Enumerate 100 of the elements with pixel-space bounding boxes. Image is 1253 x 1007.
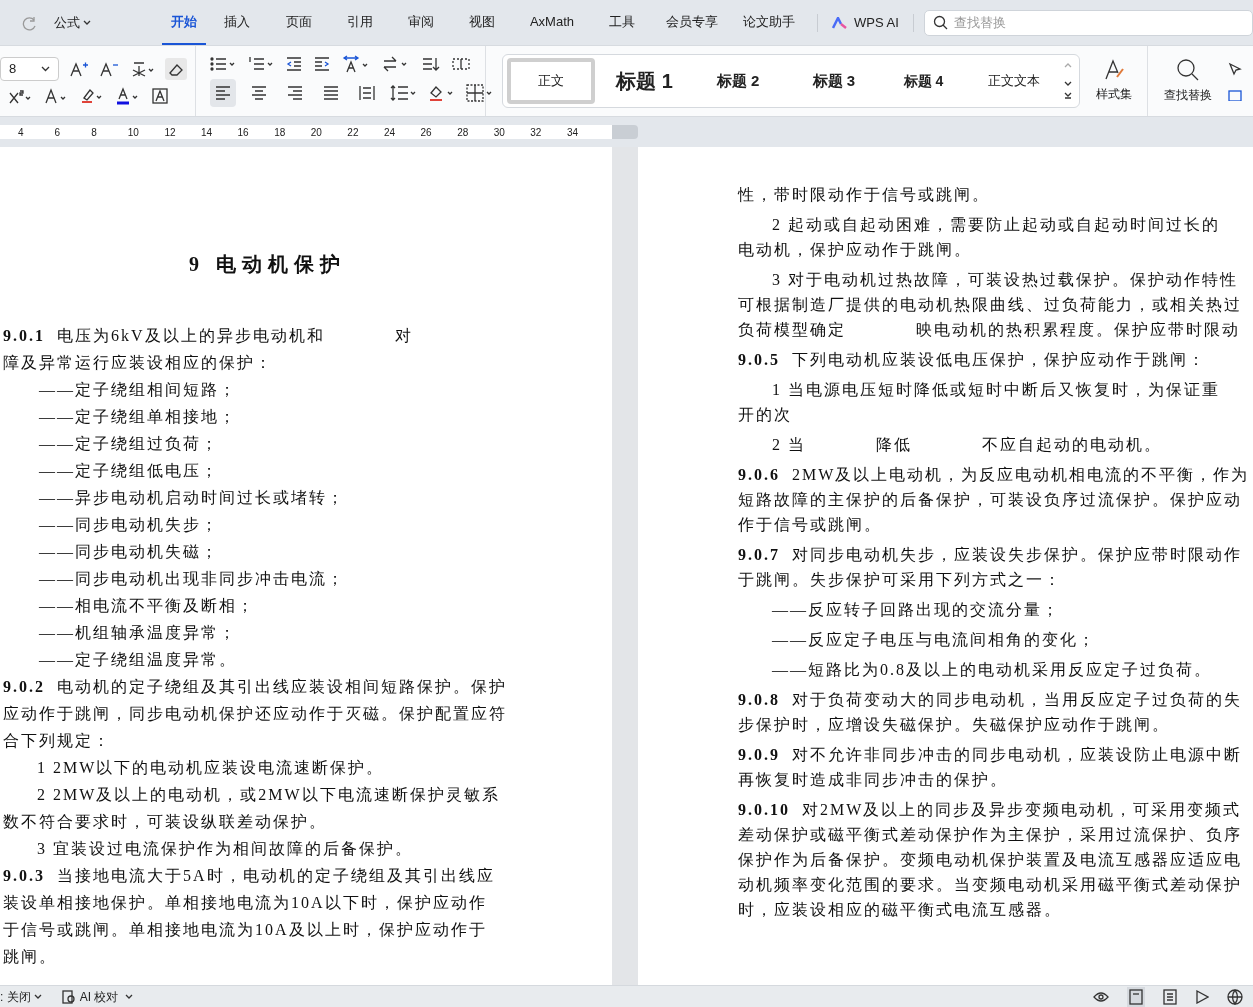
- line-spacing-icon[interactable]: [390, 84, 418, 102]
- play-icon[interactable]: [1195, 989, 1209, 1004]
- increase-indent-icon[interactable]: [314, 56, 330, 72]
- formula-button[interactable]: 公式: [54, 12, 91, 33]
- highlighter-icon[interactable]: [80, 87, 104, 105]
- ruler-margin: [612, 125, 638, 139]
- caret-icon[interactable]: [41, 66, 50, 72]
- font-size-field[interactable]: 8: [0, 57, 59, 81]
- ribbon-tab[interactable]: AxMath: [513, 0, 591, 45]
- text-line: 对: [394, 326, 413, 346]
- style-option[interactable]: 正文文本: [965, 58, 1063, 104]
- ruler-number: 12: [164, 125, 177, 140]
- text-line: 可根据制造厂提供的电动机热限曲线、过负荷能力，或相关热过: [738, 295, 1242, 315]
- caret-icon[interactable]: [83, 20, 91, 25]
- text-line: 电动机，保护应动作于跳闸。: [738, 240, 972, 260]
- text-line: 9.0.3 当接地电流大于5A时，电动机的定子绕组及其引出线应: [3, 866, 495, 886]
- text-line: 应动作于跳闸，同步电动机保护还应动作于灭磁。保护配置应符: [3, 704, 507, 724]
- text-line: 跳闸。: [3, 947, 57, 967]
- character-border-icon[interactable]: [152, 88, 168, 104]
- text-line: 差动保护或磁平衡式差动保护作为主保护，采用过流保护、负序: [738, 825, 1242, 845]
- ai-proofread-button[interactable]: AI 校对: [61, 987, 134, 1006]
- search-icon[interactable]: [932, 15, 948, 30]
- style-option[interactable]: 标题 2: [690, 58, 786, 104]
- ribbon-tab[interactable]: 引用: [329, 0, 390, 45]
- search-input[interactable]: 查找替换: [953, 12, 1244, 33]
- bullet-list-icon[interactable]: [210, 56, 236, 72]
- text-effect-icon[interactable]: [44, 88, 68, 104]
- text-line: 9.0.6 2MW及以上电动机，为反应电动机相电流的不平衡，作为: [738, 465, 1250, 485]
- document-search-icon[interactable]: [61, 989, 76, 1004]
- spell-check-toggle[interactable]: : 关闭: [0, 987, 42, 1006]
- ruler-number: 28: [457, 125, 470, 140]
- text-line: 9.0.1 电压为6kV及以上的异步电动机和: [3, 326, 325, 346]
- find-replace-button[interactable]: 查找替换: [1148, 46, 1228, 116]
- text-line: ——相电流不平衡及断相；: [39, 596, 255, 616]
- text-line: ——反应定子电压与电流间相角的变化；: [772, 630, 1096, 650]
- ai-button[interactable]: WPS AI: [828, 12, 903, 33]
- style-set-button[interactable]: 样式集: [1080, 46, 1148, 116]
- ribbon-tab[interactable]: 会员专享: [653, 0, 731, 45]
- ruler-number: 30: [493, 125, 506, 140]
- text-line: 保护作为后备保护。变频电动机保护装置及电流互感器应适应电: [738, 850, 1242, 870]
- text-line: ——同步电动机出现非同步冲击电流；: [39, 569, 345, 589]
- ai-logo-icon[interactable]: [832, 16, 848, 29]
- ruler-number: 4: [18, 125, 25, 140]
- eye-icon[interactable]: [1093, 990, 1109, 1003]
- style-option[interactable]: 标题 4: [881, 58, 966, 104]
- text-line: ——定子绕组温度异常。: [39, 650, 237, 670]
- text-line: 于信号或跳闸。单相接地电流为10A及以上时，保护应动作于: [3, 920, 487, 940]
- caret-icon[interactable]: [125, 994, 134, 999]
- text-line: 9.0.9 对不允许非同步冲击的同步电动机，应装设防止电源中断: [738, 745, 1242, 765]
- style-option[interactable]: 标题 3: [786, 58, 882, 104]
- search-field[interactable]: 查找替换: [923, 9, 1253, 36]
- text-line: 于跳闸。失步保护可采用下列方式之一：: [738, 570, 1062, 590]
- text-line: 3 对于电动机过热故障，可装设热过载保护。保护动作特性: [772, 270, 1238, 290]
- ribbon-tab[interactable]: 插入: [206, 0, 268, 45]
- text-line: 1 当电源电压短时降低或短时中断后又恢复时，为保证重: [772, 380, 1220, 400]
- style-brush-icon[interactable]: [1102, 59, 1125, 81]
- select-cursor-icon[interactable]: [1228, 61, 1242, 101]
- text-line: 2 当: [772, 435, 806, 455]
- text-line: 装设单相接地保护。单相接地电流为10A以下时，保护应动作: [3, 893, 487, 913]
- decrease-indent-icon[interactable]: [286, 56, 302, 72]
- text-line: ——定子绕组相间短路；: [39, 380, 237, 400]
- ribbon-tab[interactable]: 视图: [451, 0, 513, 45]
- sort-icon[interactable]: [422, 56, 440, 72]
- numbered-list-icon[interactable]: [248, 56, 274, 72]
- eraser-icon[interactable]: [165, 58, 187, 80]
- search-icon[interactable]: [1176, 58, 1200, 82]
- text-line: ——定子绕组过负荷；: [39, 434, 219, 454]
- scroll-arrows-icon[interactable]: [1063, 61, 1073, 101]
- text-direction-icon[interactable]: [342, 55, 370, 73]
- text-line: 3 宜装设过电流保护作为相间故障的后备保护。: [37, 839, 413, 859]
- ruler-number: 20: [310, 125, 323, 140]
- grow-font-icon[interactable]: [69, 61, 89, 77]
- ribbon-tab[interactable]: 论文助手: [731, 0, 807, 45]
- text-line: ——定子绕组低电压；: [39, 461, 219, 481]
- page-view-icon[interactable]: [1127, 986, 1145, 1007]
- text-line: 9.0.5 下列电动机应装设低电压保护，保护应动作于跳闸：: [738, 350, 1206, 370]
- ribbon-tab[interactable]: 审阅: [390, 0, 451, 45]
- style-option[interactable]: 标题 1: [598, 58, 691, 104]
- shrink-font-icon[interactable]: [99, 61, 119, 77]
- text-line: 2 起动或自起动困难，需要防止起动或自起动时间过长的: [772, 215, 1220, 235]
- text-line: 开的次: [738, 405, 792, 425]
- border-icon[interactable]: [466, 84, 494, 102]
- ruler-number: 10: [127, 125, 140, 140]
- text-line: 步保护时，应增设失磁保护。失磁保护应动作于跳闸。: [738, 715, 1170, 735]
- globe-icon[interactable]: [1227, 988, 1243, 1005]
- text-line: 再恢复时造成非同步冲击的保护。: [738, 770, 1008, 790]
- superscript-icon[interactable]: [8, 88, 32, 104]
- ruler-number: 18: [274, 125, 287, 140]
- text-line: ——定子绕组单相接地；: [39, 407, 237, 427]
- columns-icon[interactable]: [452, 56, 470, 72]
- font-color-icon[interactable]: [116, 87, 140, 105]
- outline-view-icon[interactable]: [1163, 988, 1177, 1005]
- ruler-number: 8: [91, 125, 98, 140]
- ribbon-tab[interactable]: 页面: [268, 0, 329, 45]
- align-left-icon[interactable]: [210, 79, 236, 107]
- style-option[interactable]: 正文: [507, 58, 595, 104]
- ribbon-tab[interactable]: 工具: [591, 0, 653, 45]
- text-line: 障及异常运行应装设相应的保护：: [3, 353, 273, 373]
- text-line: 短路故障的主保护的后备保护，可装设负序过流保护。保护应动: [738, 490, 1242, 510]
- caret-icon[interactable]: [33, 994, 42, 999]
